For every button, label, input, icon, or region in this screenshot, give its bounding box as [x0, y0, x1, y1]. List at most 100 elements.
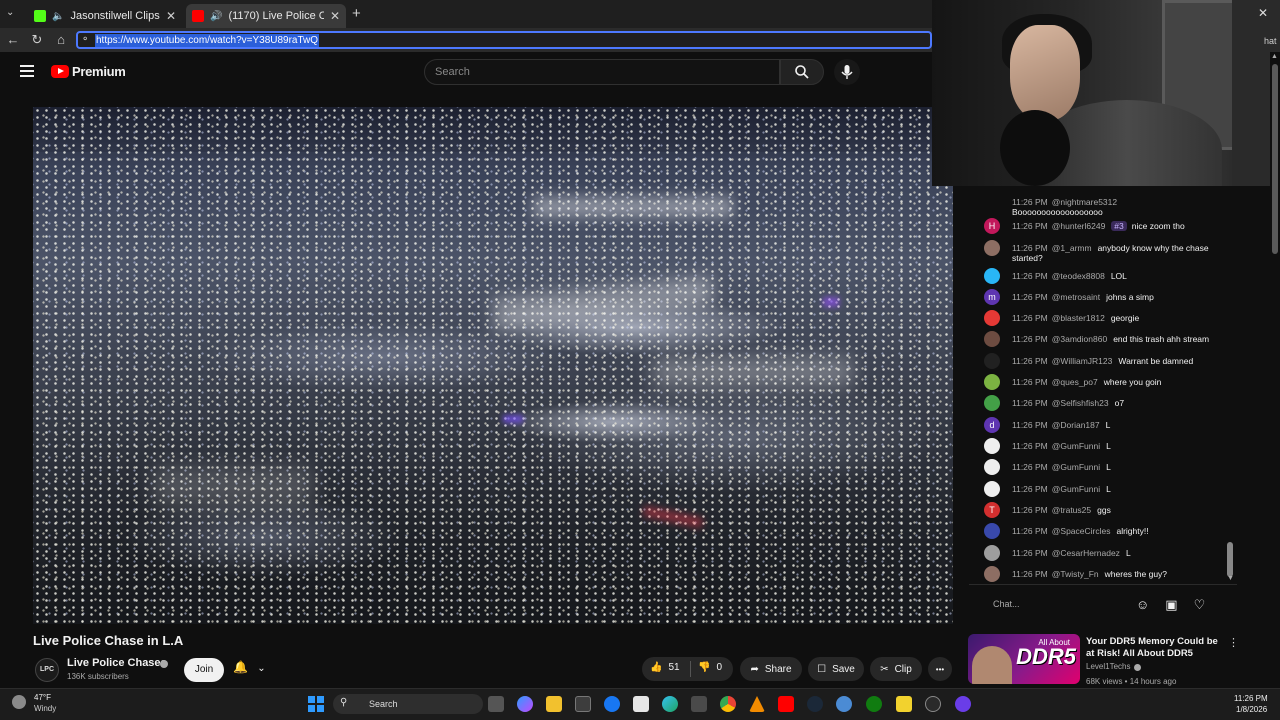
chat-username[interactable]: @hunterl6249	[1052, 221, 1106, 231]
chat-username[interactable]: @metrosaint	[1052, 292, 1100, 302]
chat-text: alrighty!!	[1116, 526, 1149, 536]
obs-icon[interactable]	[925, 696, 941, 712]
menu-icon[interactable]	[20, 65, 34, 77]
calculator-icon[interactable]	[691, 696, 707, 712]
chat-avatar[interactable]	[984, 395, 1000, 411]
streaming-app-icon[interactable]	[955, 696, 971, 712]
amazon-icon[interactable]	[633, 696, 649, 712]
xbox-icon[interactable]	[866, 696, 882, 712]
search-input[interactable]: Search	[424, 59, 780, 85]
clip-button[interactable]: ✂ Clip	[870, 657, 922, 681]
tab-live-police-chase[interactable]: 🔊 (1170) Live Police Chase in L.A ✕	[186, 4, 346, 28]
recommendation-title[interactable]: Your DDR5 Memory Could be at Risk! All A…	[1086, 636, 1226, 660]
save-button[interactable]: ☐ Save	[808, 657, 864, 681]
scroll-up-icon[interactable]: ▲	[1271, 53, 1278, 60]
task-view-icon[interactable]	[488, 696, 504, 712]
url-text[interactable]: https://www.youtube.com/watch?v=Y38U89ra…	[95, 34, 320, 47]
voice-search-button[interactable]	[834, 59, 860, 85]
chat-avatar[interactable]: d	[984, 417, 1000, 433]
chat-text: Boooooooooooooooooo	[1012, 207, 1103, 217]
chat-input[interactable]: Chat...	[983, 593, 1133, 615]
store-icon[interactable]	[575, 696, 591, 712]
chat-username[interactable]: @Twisty_Fn	[1052, 569, 1099, 579]
channel-avatar[interactable]: LPC	[35, 658, 59, 682]
chat-username[interactable]: @SpaceCircles	[1052, 526, 1111, 536]
dislike-button[interactable]: 👎 0	[698, 662, 722, 673]
chat-avatar[interactable]	[984, 268, 1000, 284]
chat-avatar[interactable]: H	[984, 218, 1000, 234]
home-icon[interactable]: ⌂	[54, 33, 68, 47]
clock-date[interactable]: 1/8/2026	[1236, 705, 1267, 714]
close-tab-icon[interactable]: ✕	[166, 9, 176, 23]
chat-username[interactable]: @tratus25	[1052, 505, 1091, 515]
chat-username[interactable]: @3amdion860	[1052, 334, 1107, 344]
chat-username[interactable]: @1_armm	[1052, 243, 1092, 253]
chat-avatar[interactable]: T	[984, 502, 1000, 518]
notepad-icon[interactable]	[896, 696, 912, 712]
chat-username[interactable]: @WilliamJR123	[1052, 356, 1113, 366]
dislike-count: 0	[716, 662, 723, 673]
chat-avatar[interactable]: m	[984, 289, 1000, 305]
heart-icon[interactable]: ♡	[1194, 597, 1206, 613]
channel-name[interactable]: Live Police Chases	[67, 657, 167, 669]
chat-username[interactable]: @blaster1812	[1052, 313, 1105, 323]
chat-avatar[interactable]	[984, 331, 1000, 347]
super-chat-icon[interactable]: ▣	[1165, 597, 1177, 613]
chat-avatar[interactable]	[984, 438, 1000, 454]
clock-time[interactable]: 11:26 PM	[1234, 694, 1268, 703]
chat-avatar[interactable]	[984, 523, 1000, 539]
chat-username[interactable]: @GumFunni	[1052, 484, 1100, 494]
emoji-icon[interactable]: ☺	[1136, 597, 1149, 613]
chat-username[interactable]: @GumFunni	[1052, 441, 1100, 451]
site-info-icon[interactable]: ⚬	[81, 34, 89, 45]
chat-avatar[interactable]	[984, 481, 1000, 497]
chat-avatar[interactable]	[984, 374, 1000, 390]
back-icon[interactable]: ←	[6, 33, 20, 47]
reload-icon[interactable]: ↻	[30, 33, 44, 47]
new-tab-button[interactable]: +	[352, 5, 361, 22]
youtube-app-icon[interactable]	[778, 696, 794, 712]
edge-icon[interactable]	[662, 696, 678, 712]
recommendation-more-icon[interactable]: ⋮	[1228, 636, 1239, 649]
copilot-icon[interactable]	[517, 696, 533, 712]
chrome-icon[interactable]	[720, 696, 736, 712]
page-scrollbar-thumb[interactable]	[1272, 64, 1278, 254]
chat-username[interactable]: @teodex8808	[1052, 271, 1105, 281]
chat-avatar[interactable]	[984, 566, 1000, 582]
recommendation-channel[interactable]: Level1Techs	[1086, 662, 1130, 671]
recommendation-thumbnail[interactable]: All About DDR5	[968, 634, 1080, 684]
file-explorer-icon[interactable]	[546, 696, 562, 712]
chat-avatar[interactable]	[984, 459, 1000, 475]
chat-avatar[interactable]	[984, 240, 1000, 256]
chat-avatar[interactable]	[984, 545, 1000, 561]
more-actions-button[interactable]: •••	[928, 657, 952, 681]
like-divider	[690, 661, 691, 677]
taskbar-search[interactable]: Search	[333, 694, 483, 714]
steam-icon[interactable]	[807, 696, 823, 712]
join-button[interactable]: Join	[184, 658, 224, 682]
notification-bell-button[interactable]: 🔔 ⌄	[233, 660, 273, 680]
like-button[interactable]: 👍 51	[650, 662, 680, 673]
chat-scrollbar[interactable]	[1227, 542, 1233, 577]
chat-username[interactable]: @GumFunni	[1052, 462, 1100, 472]
chat-username[interactable]: @Dorian187	[1052, 420, 1100, 430]
chat-username[interactable]: @nightmare5312	[1052, 197, 1117, 207]
chat-avatar[interactable]	[984, 353, 1000, 369]
share-button[interactable]: ➦ Share	[740, 657, 802, 681]
chat-username[interactable]: @Selfishfish23	[1052, 398, 1109, 408]
chat-avatar[interactable]	[984, 310, 1000, 326]
facebook-icon[interactable]	[604, 696, 620, 712]
chat-scroll-down-icon[interactable]: ▼	[1227, 575, 1234, 582]
weather-widget[interactable]: 47°F Windy	[12, 693, 82, 715]
video-player[interactable]	[33, 107, 953, 624]
youtube-logo[interactable]: Premium	[51, 64, 126, 79]
chat-username[interactable]: @ques_po7	[1052, 377, 1098, 387]
start-icon[interactable]	[308, 696, 324, 712]
tab-list-button[interactable]: ⌄	[6, 7, 20, 21]
search-button[interactable]	[780, 59, 824, 85]
chat-username[interactable]: @CesarHernadez	[1052, 548, 1120, 558]
close-tab-icon[interactable]: ✕	[330, 9, 340, 23]
tab-jasonstilwell[interactable]: 🔈 Jasonstilwell Clips - Watch Li ✕	[28, 4, 182, 28]
webcam-close-icon[interactable]: ✕	[1258, 6, 1268, 20]
app-icon[interactable]	[836, 696, 852, 712]
